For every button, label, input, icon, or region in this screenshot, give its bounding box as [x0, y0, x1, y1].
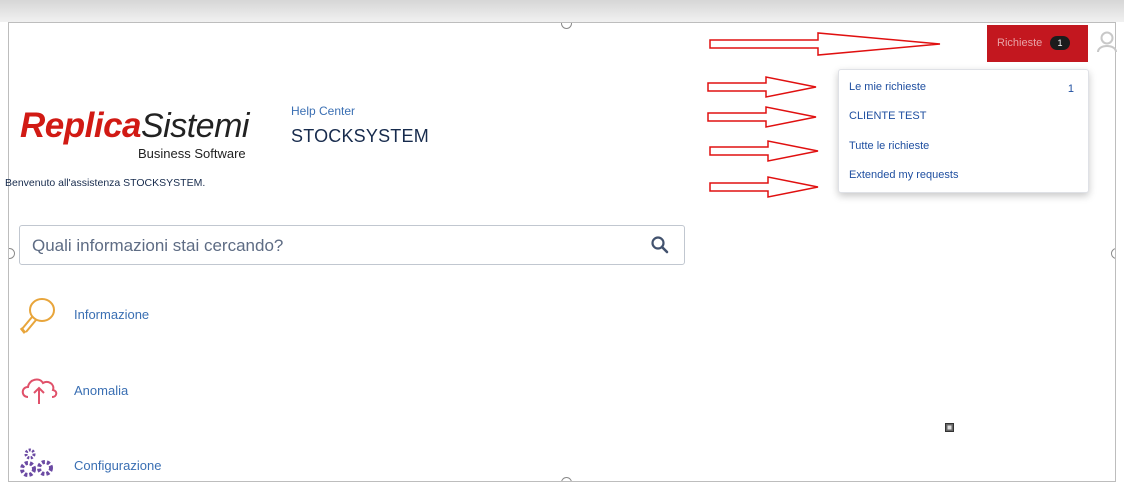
requests-menu-button[interactable]: Richieste 1	[987, 25, 1088, 62]
window-top-shadow	[0, 0, 1124, 22]
menu-item-cliente-test[interactable]: CLIENTE TEST	[849, 110, 926, 122]
menu-item-all-requests[interactable]: Tutte le richieste	[849, 140, 929, 152]
logo-thin-text: Sistemi	[141, 107, 249, 145]
request-type-informazione[interactable]: Informazione	[18, 295, 318, 335]
menu-item-my-requests[interactable]: Le mie richieste	[849, 81, 926, 93]
small-image-icon	[945, 423, 954, 432]
gears-icon	[20, 448, 53, 477]
portal-title: STOCKSYSTEM	[291, 126, 429, 146]
frame-handle-bottom	[561, 477, 572, 481]
annotation-arrow	[707, 76, 817, 98]
requests-count-badge: 1	[1050, 36, 1070, 50]
frame-handle-top	[561, 23, 572, 29]
logo-subtitle: Business Software	[138, 146, 246, 161]
request-type-label: Informazione	[74, 307, 150, 322]
request-type-label: Configurazione	[74, 458, 162, 473]
replica-sistemi-logo[interactable]: ReplicaSistemi Business Software	[20, 108, 249, 161]
my-requests-count: 1	[1067, 83, 1074, 95]
lightbulb-icon	[19, 298, 55, 334]
request-type-label: Anomalia	[74, 383, 129, 398]
annotation-arrow	[709, 176, 819, 198]
annotation-arrow	[709, 32, 941, 56]
annotation-arrow	[707, 106, 817, 128]
menu-item-extended-requests[interactable]: Extended my requests	[849, 169, 958, 181]
search-input[interactable]	[30, 232, 634, 260]
logo-bold-text: Replica	[20, 106, 142, 145]
frame-handle-left	[9, 248, 15, 259]
welcome-message: Benvenuto all'assistenza STOCKSYSTEM.	[5, 177, 206, 189]
logo-wordmark: ReplicaSistemi	[20, 108, 249, 143]
user-avatar-icon[interactable]	[1096, 30, 1118, 52]
search-box[interactable]	[19, 225, 685, 265]
help-center-link[interactable]: Help Center	[291, 104, 355, 118]
requests-dropdown-menu: Le mie richieste 1 CLIENTE TEST Tutte le…	[838, 69, 1089, 193]
request-type-anomalia[interactable]: Anomalia	[18, 371, 318, 411]
cloud-upload-icon	[21, 378, 58, 404]
requests-label: Richieste	[997, 37, 1043, 49]
request-type-configurazione[interactable]: Configurazione	[18, 446, 318, 486]
frame-handle-right	[1111, 248, 1115, 259]
search-icon[interactable]	[650, 235, 670, 255]
annotation-arrow	[709, 140, 819, 162]
